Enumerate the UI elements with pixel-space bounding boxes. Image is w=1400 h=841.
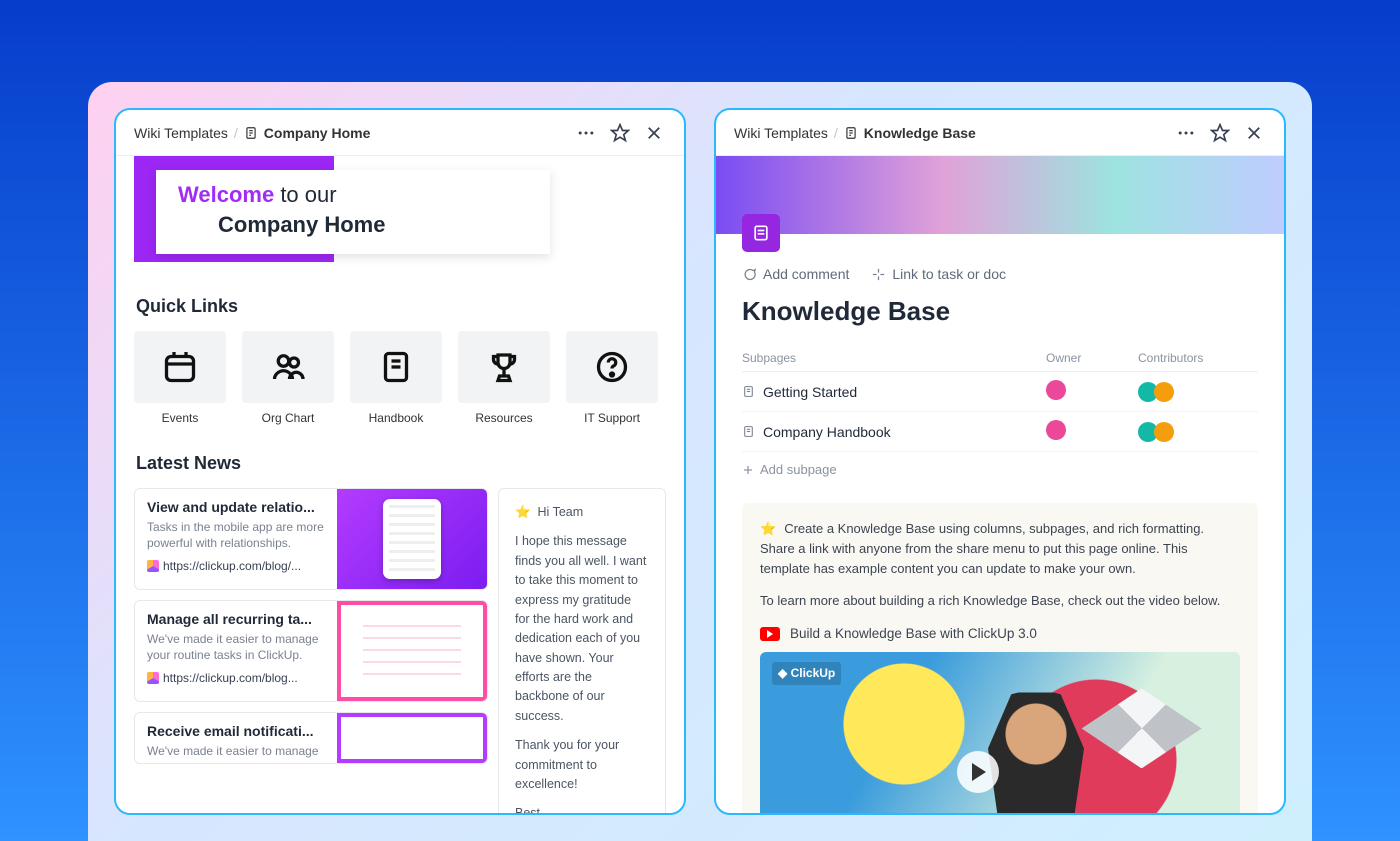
news-title: Manage all recurring ta... bbox=[147, 611, 325, 627]
quick-link-label: Events bbox=[134, 411, 226, 425]
star-icon: ⭐ bbox=[760, 521, 776, 536]
col-owner: Owner bbox=[1046, 351, 1138, 365]
doc-icon bbox=[742, 425, 755, 438]
news-desc: We've made it easier to manage your rout… bbox=[147, 631, 325, 663]
avatar bbox=[1154, 382, 1174, 402]
more-icon[interactable] bbox=[1174, 121, 1198, 145]
banner-line-2: Company Home bbox=[218, 212, 528, 238]
page-icon[interactable] bbox=[742, 214, 780, 252]
video-logo: ◆ ClickUp bbox=[772, 662, 841, 685]
close-icon[interactable] bbox=[642, 121, 666, 145]
quick-link-handbook[interactable]: Handbook bbox=[350, 331, 442, 425]
panel-knowledge-base: Wiki Templates / Knowledge Base Add comm… bbox=[714, 108, 1286, 815]
video-heading: Build a Knowledge Base with ClickUp 3.0 bbox=[760, 624, 1240, 645]
news-thumbnail bbox=[337, 601, 487, 701]
news-link: https://clickup.com/blog... bbox=[147, 671, 325, 685]
breadcrumb-root[interactable]: Wiki Templates bbox=[134, 125, 228, 141]
doc-icon bbox=[742, 385, 755, 398]
page-title: Knowledge Base bbox=[716, 282, 1284, 345]
breadcrumb-current-label: Knowledge Base bbox=[864, 125, 976, 141]
play-icon[interactable] bbox=[957, 751, 999, 793]
banner-line-1: Welcome to our bbox=[178, 182, 528, 208]
quick-link-label: Resources bbox=[458, 411, 550, 425]
subpage-name: Getting Started bbox=[763, 384, 857, 400]
page-cover bbox=[716, 156, 1284, 234]
breadcrumb-current-label: Company Home bbox=[264, 125, 371, 141]
clickup-icon bbox=[147, 672, 159, 684]
subpages-table: Subpages Owner Contributors Getting Star… bbox=[716, 345, 1284, 487]
table-row[interactable]: Getting Started bbox=[742, 372, 1258, 412]
avatar bbox=[1154, 422, 1174, 442]
panel-company-home: Wiki Templates / Company Home Welcome to… bbox=[114, 108, 686, 815]
sparkle-icon bbox=[871, 267, 886, 282]
add-subpage-button[interactable]: Add subpage bbox=[742, 452, 1258, 487]
panel-header: Wiki Templates / Knowledge Base bbox=[716, 110, 1284, 156]
col-subpages: Subpages bbox=[742, 351, 1046, 365]
comment-icon bbox=[742, 267, 757, 282]
help-icon bbox=[594, 349, 630, 385]
star-icon[interactable] bbox=[608, 121, 632, 145]
plus-icon bbox=[742, 464, 754, 476]
latest-news-heading: Latest News bbox=[134, 453, 666, 474]
quick-links-row: Events Org Chart Handbook Resources IT S… bbox=[134, 331, 666, 425]
people-icon bbox=[270, 349, 306, 385]
table-row[interactable]: Company Handbook bbox=[742, 412, 1258, 452]
clickup-icon bbox=[147, 560, 159, 572]
doc-icon bbox=[844, 126, 858, 140]
news-desc: Tasks in the mobile app are more powerfu… bbox=[147, 519, 325, 551]
link-task-button[interactable]: Link to task or doc bbox=[871, 266, 1006, 282]
breadcrumb-current[interactable]: Knowledge Base bbox=[844, 125, 976, 141]
doc-icon bbox=[244, 126, 258, 140]
subpage-name: Company Handbook bbox=[763, 424, 891, 440]
col-contributors: Contributors bbox=[1138, 351, 1258, 365]
avatar bbox=[1046, 380, 1066, 400]
table-header: Subpages Owner Contributors bbox=[742, 345, 1258, 372]
news-thumbnail bbox=[337, 713, 487, 763]
trophy-icon bbox=[486, 349, 522, 385]
panel-header: Wiki Templates / Company Home bbox=[116, 110, 684, 156]
close-icon[interactable] bbox=[1242, 121, 1266, 145]
breadcrumb-current[interactable]: Company Home bbox=[244, 125, 371, 141]
info-callout: ⭐Create a Knowledge Base using columns, … bbox=[742, 503, 1258, 813]
quick-link-org-chart[interactable]: Org Chart bbox=[242, 331, 334, 425]
news-card[interactable]: Manage all recurring ta... We've made it… bbox=[134, 600, 488, 702]
quick-link-resources[interactable]: Resources bbox=[458, 331, 550, 425]
team-message: ⭐ Hi Team I hope this message finds you … bbox=[498, 488, 666, 813]
breadcrumb-separator: / bbox=[834, 125, 838, 141]
video-player[interactable]: ◆ ClickUp bbox=[760, 652, 1240, 813]
quick-link-it-support[interactable]: IT Support bbox=[566, 331, 658, 425]
quick-link-label: Org Chart bbox=[242, 411, 334, 425]
news-desc: We've made it easier to manage bbox=[147, 743, 325, 759]
avatar bbox=[1046, 420, 1066, 440]
quick-link-events[interactable]: Events bbox=[134, 331, 226, 425]
youtube-icon bbox=[760, 627, 780, 641]
news-card[interactable]: View and update relatio... Tasks in the … bbox=[134, 488, 488, 590]
news-title: View and update relatio... bbox=[147, 499, 325, 515]
news-thumbnail bbox=[337, 489, 487, 589]
quick-link-label: IT Support bbox=[566, 411, 658, 425]
quick-links-heading: Quick Links bbox=[134, 296, 666, 317]
breadcrumb-separator: / bbox=[234, 125, 238, 141]
news-link: https://clickup.com/blog/... bbox=[147, 559, 325, 573]
more-icon[interactable] bbox=[574, 121, 598, 145]
star-icon: ⭐ bbox=[515, 505, 531, 519]
welcome-banner: Welcome to our Company Home bbox=[134, 156, 666, 268]
calendar-icon bbox=[162, 349, 198, 385]
breadcrumb-root[interactable]: Wiki Templates bbox=[734, 125, 828, 141]
news-card[interactable]: Receive email notificati... We've made i… bbox=[134, 712, 488, 764]
book-icon bbox=[378, 349, 414, 385]
star-icon[interactable] bbox=[1208, 121, 1232, 145]
add-comment-button[interactable]: Add comment bbox=[742, 266, 849, 282]
quick-link-label: Handbook bbox=[350, 411, 442, 425]
news-title: Receive email notificati... bbox=[147, 723, 325, 739]
